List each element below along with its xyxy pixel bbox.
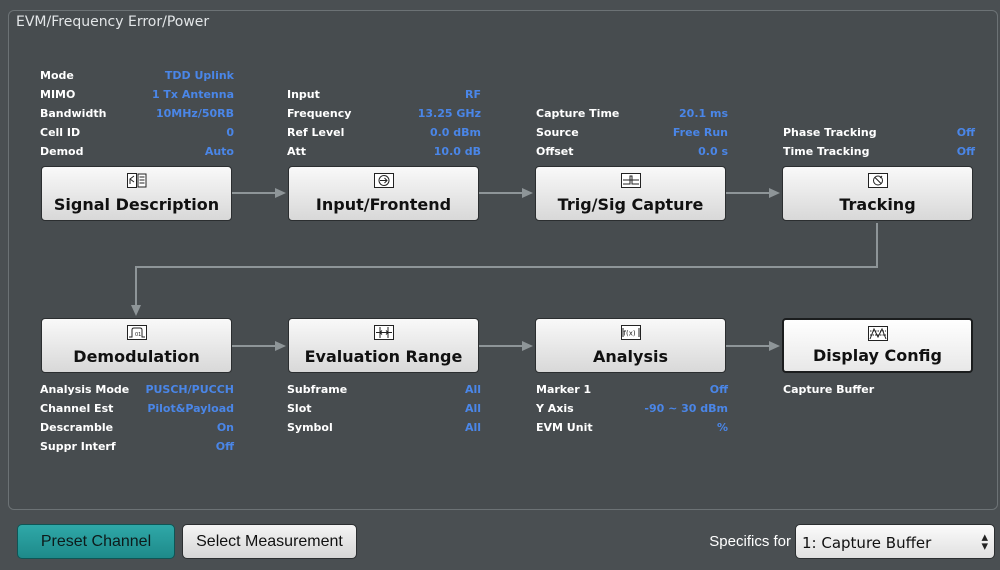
info-value: PUSCH/PUCCH: [145, 383, 234, 396]
info-value: All: [464, 421, 481, 434]
info-row: Capture Buffer: [783, 380, 975, 399]
display-config-icon: [867, 326, 888, 341]
block-label: Analysis: [592, 347, 668, 366]
info-label: Channel Est: [40, 402, 114, 415]
info-label: Suppr Interf: [40, 440, 116, 453]
eval-info: Subframe All Slot All Symbol All: [287, 380, 481, 437]
info-value: Off: [215, 440, 234, 453]
info-row: EVM Unit%: [536, 418, 728, 437]
info-row: Marker 1 Off: [536, 380, 728, 399]
block-label: Demodulation: [73, 347, 200, 366]
info-label: Marker 1: [536, 383, 592, 396]
info-value: -90 ~ 30 dBm: [644, 402, 728, 415]
info-label: EVM Unit: [536, 421, 593, 434]
block-label: Display Config: [813, 346, 942, 365]
info-value: On: [216, 421, 234, 434]
demodulation-button[interactable]: 01 Demodulation: [41, 318, 232, 373]
info-label: Analysis Mode: [40, 383, 130, 396]
display-info: Capture Buffer: [783, 380, 975, 399]
info-row: Analysis Mode PUSCH/PUCCH: [40, 380, 234, 399]
info-row: Suppr Interf Off: [40, 437, 234, 456]
info-row: Y Axis -90 ~ 30 dBm: [536, 399, 728, 418]
info-label: Capture Buffer: [783, 383, 875, 396]
demod-info: Analysis Mode PUSCH/PUCCH Channel Est Pilo…: [40, 380, 234, 456]
info-row: Subframe All: [287, 380, 481, 399]
evaluation-range-button[interactable]: Evaluation Range: [288, 318, 479, 373]
select-measurement-button[interactable]: Select Measurement: [182, 524, 357, 559]
info-value: %: [716, 421, 728, 434]
analysis-icon: f(x): [620, 325, 641, 340]
block-label: Evaluation Range: [304, 347, 463, 366]
info-label: Slot: [287, 402, 312, 415]
info-row: Channel Est Pilot&Payload: [40, 399, 234, 418]
evaluation-range-icon: [373, 325, 394, 340]
specifics-value: 1: Capture Buffer: [802, 534, 932, 552]
info-value: All: [464, 383, 481, 396]
flow-connectors: [131, 188, 878, 351]
info-row: Slot All: [287, 399, 481, 418]
info-value: Pilot&Payload: [147, 402, 234, 415]
info-value: Off: [709, 383, 728, 396]
analysis-info: Marker 1 Off Y Axis -90 ~ 30 dBm EVM Unit%: [536, 380, 728, 437]
svg-text:01: 01: [135, 332, 141, 338]
chevron-updown-icon: ▴ ▾: [981, 529, 988, 553]
info-row: Symbol All: [287, 418, 481, 437]
info-value: All: [464, 402, 481, 415]
info-label: Subframe: [287, 383, 348, 396]
info-row: Descramble On: [40, 418, 234, 437]
info-label: Symbol: [287, 421, 333, 434]
info-label: Descramble: [40, 421, 114, 434]
preset-channel-button[interactable]: Preset Channel: [17, 524, 175, 559]
svg-text:f(x): f(x): [623, 330, 635, 338]
specifics-select[interactable]: 1: Capture Buffer ▴ ▾: [795, 524, 995, 559]
analysis-button[interactable]: f(x) Analysis: [535, 318, 726, 373]
specifics-label: Specifics for: [709, 533, 791, 550]
demodulation-icon: 01: [126, 325, 147, 340]
display-config-button[interactable]: Display Config: [782, 318, 973, 373]
info-label: Y Axis: [536, 402, 574, 415]
